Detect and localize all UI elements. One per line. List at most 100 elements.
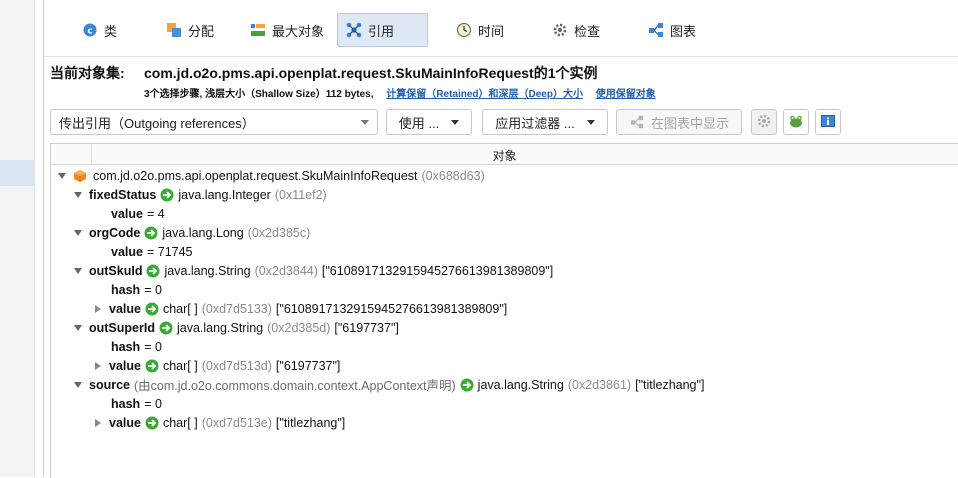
field-name: outSkuId xyxy=(89,263,143,278)
expand-toggle[interactable] xyxy=(73,323,83,333)
tree-row-field[interactable]: value char[ ] (0xd7d5133) ["610891713291… xyxy=(93,299,507,318)
field-name: fixedStatus xyxy=(89,187,157,202)
tree-row-field[interactable]: source (由com.jd.o2o.commons.domain.conte… xyxy=(73,375,704,394)
tab-time-label: 时间 xyxy=(478,23,505,39)
references-icon xyxy=(346,22,362,38)
outgoing-reference-icon xyxy=(144,226,158,240)
svg-text:c: c xyxy=(87,27,92,37)
string-value: ["6197737"] xyxy=(334,320,399,335)
field-name: value xyxy=(109,358,141,373)
string-value: ["6108917132915945276613981389809"] xyxy=(275,301,508,316)
field-name: value xyxy=(109,301,141,316)
tab-references[interactable]: 引用 xyxy=(337,13,428,47)
outgoing-reference-icon xyxy=(159,321,173,335)
field-address: (0xd7d513d) xyxy=(201,358,272,373)
graph-icon xyxy=(629,114,645,130)
tree-row-primitive[interactable]: hash = 0 xyxy=(111,337,162,356)
outgoing-reference-icon xyxy=(145,416,159,430)
profiling-action-button[interactable] xyxy=(783,109,809,135)
graph-icon xyxy=(648,22,664,38)
tree-row-field[interactable]: value char[ ] (0xd7d513d) ["6197737"] xyxy=(93,356,340,375)
tab-biggest-objects-label: 最大对象 xyxy=(272,23,325,39)
field-address: (0x11ef2) xyxy=(274,187,327,202)
object-icon xyxy=(73,169,87,183)
expand-toggle[interactable] xyxy=(93,304,103,314)
field-name: orgCode xyxy=(89,225,141,240)
string-value: ["6197737"] xyxy=(275,358,341,373)
view-tab-bar: c 类 分配 最大对象 引用 时间 检查 图表 xyxy=(44,0,958,57)
left-panel-edge xyxy=(34,0,43,477)
field-value: = 0 xyxy=(144,282,162,297)
inspections-icon xyxy=(552,22,568,38)
field-type: java.lang.Integer xyxy=(178,187,271,202)
tab-allocation[interactable]: 分配 xyxy=(158,13,222,47)
left-panel-selection[interactable] xyxy=(0,160,34,186)
field-name: value xyxy=(109,415,141,430)
tab-graph-label: 图表 xyxy=(670,23,697,39)
apply-filter-button[interactable]: 应用过滤器 ... xyxy=(482,109,608,135)
references-toolbar: 传出引用（Outgoing references） 使用 ... 应用过滤器 .… xyxy=(50,109,955,135)
tree-row-root[interactable]: com.jd.o2o.pms.api.openplat.request.SkuM… xyxy=(57,166,485,185)
string-value: ["6108917132915945276613981389809"] xyxy=(321,263,554,278)
reference-direction-select[interactable]: 传出引用（Outgoing references） xyxy=(50,109,378,135)
tree-row-primitive[interactable]: value = 4 xyxy=(111,204,165,223)
tab-allocation-label: 分配 xyxy=(188,23,215,39)
time-icon xyxy=(456,22,472,38)
largest-objects-icon xyxy=(250,22,266,38)
tree-row-field[interactable]: fixedStatus java.lang.Integer (0x11ef2) xyxy=(73,185,327,204)
outgoing-reference-icon xyxy=(145,359,159,373)
selection-steps-text: 3个选择步骤, 浅层大小（Shallow Size）112 bytes, xyxy=(144,89,374,100)
field-type: java.lang.String xyxy=(164,263,251,278)
tab-inspections[interactable]: 检查 xyxy=(544,13,608,47)
dropdown-arrow-icon xyxy=(586,119,595,125)
tab-classes-label: 类 xyxy=(104,23,118,39)
show-in-graph-button[interactable]: 在图表中显示 xyxy=(616,109,742,135)
field-value: = 4 xyxy=(146,206,165,221)
tab-graph[interactable]: 图表 xyxy=(640,13,704,47)
field-address: (0x2d385c) xyxy=(247,225,311,240)
field-name: outSuperId xyxy=(89,320,155,335)
field-type: java.lang.String xyxy=(176,320,264,335)
tab-inspections-label: 检查 xyxy=(574,23,601,39)
info-button[interactable] xyxy=(815,109,841,135)
tree-row-field[interactable]: orgCode java.lang.Long (0x2d385c) xyxy=(73,223,310,242)
expand-toggle[interactable] xyxy=(73,190,83,200)
outgoing-reference-icon xyxy=(145,302,159,316)
field-type: char[ ] xyxy=(162,301,198,316)
tree-row-primitive[interactable]: hash = 0 xyxy=(111,394,162,413)
field-type: char[ ] xyxy=(162,415,198,430)
tree-row-field[interactable]: outSuperId java.lang.String (0x2d385d) [… xyxy=(73,318,399,337)
field-address: (0x2d385d) xyxy=(267,320,331,335)
expand-toggle[interactable] xyxy=(93,418,103,428)
expand-toggle[interactable] xyxy=(73,266,83,276)
tree-row-field[interactable]: outSkuId java.lang.String (0x2d3844) ["6… xyxy=(73,261,553,280)
tab-biggest-objects[interactable]: 最大对象 xyxy=(242,13,332,47)
expand-toggle[interactable] xyxy=(73,228,83,238)
field-value: = 71745 xyxy=(146,244,193,259)
field-value: = 0 xyxy=(144,396,162,411)
calculate-retained-link[interactable]: 计算保留（Retained）和深层（Deep）大小 xyxy=(386,89,583,100)
use-button[interactable]: 使用 ... xyxy=(386,109,472,135)
tree-row-field[interactable]: value char[ ] (0xd7d513e) ["titlezhang"] xyxy=(93,413,345,432)
expand-toggle[interactable] xyxy=(73,380,83,390)
use-button-label: 使用 ... xyxy=(398,115,440,131)
root-class-name: com.jd.o2o.pms.api.openplat.request.SkuM… xyxy=(93,168,418,183)
tab-time[interactable]: 时间 xyxy=(448,13,512,47)
field-address: (0x2d3861) xyxy=(567,377,632,392)
expand-toggle[interactable] xyxy=(57,171,67,181)
field-address: (0xd7d5133) xyxy=(201,301,272,316)
object-set-summary: 3个选择步骤, 浅层大小（Shallow Size）112 bytes, 计算保… xyxy=(144,85,656,100)
left-panel xyxy=(0,0,43,477)
use-retained-objects-link[interactable]: 使用保留对象 xyxy=(596,89,656,100)
field-value: = 0 xyxy=(144,339,162,354)
tree-row-primitive[interactable]: hash = 0 xyxy=(111,280,162,299)
column-header-object[interactable]: 对象 xyxy=(51,147,958,164)
expand-toggle[interactable] xyxy=(93,361,103,371)
table-header: 对象 xyxy=(51,144,958,165)
tab-classes[interactable]: c 类 xyxy=(74,13,125,47)
tree-row-primitive[interactable]: value = 71745 xyxy=(111,242,193,261)
info-icon xyxy=(820,113,836,132)
field-name: value xyxy=(111,206,143,221)
field-type: java.lang.Long xyxy=(162,225,244,240)
settings-button[interactable] xyxy=(751,109,777,135)
